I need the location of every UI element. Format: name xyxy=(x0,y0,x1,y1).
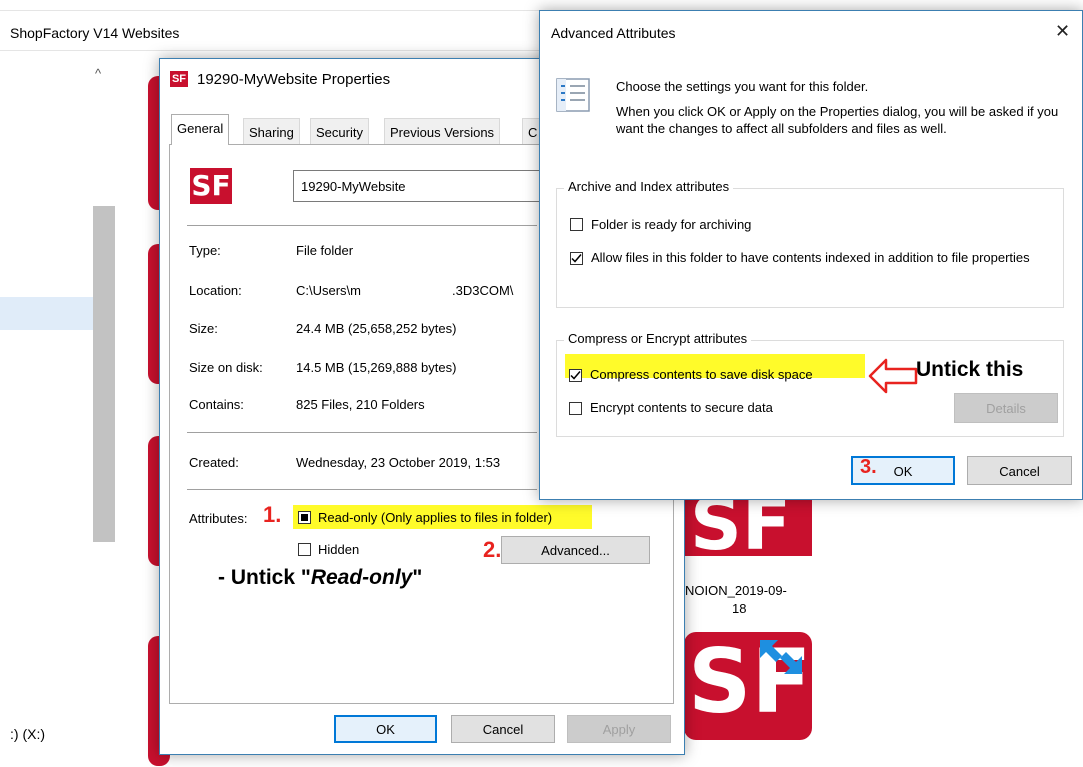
type-value: File folder xyxy=(296,243,354,258)
divider xyxy=(187,225,537,226)
scrollbar-thumb[interactable] xyxy=(93,206,115,542)
contains-value: 825 Files, 210 Folders xyxy=(296,397,425,412)
properties-app-icon: SF xyxy=(170,71,188,87)
compress-checkbox[interactable] xyxy=(569,369,582,382)
folder-thumb[interactable]: SF xyxy=(684,482,812,566)
step-1-marker: 1. xyxy=(263,502,282,527)
close-icon[interactable]: ✕ xyxy=(1055,21,1070,42)
tab-previous-versions[interactable]: Previous Versions xyxy=(384,118,501,144)
created-label: Created: xyxy=(189,455,239,470)
header-divider xyxy=(0,50,540,51)
details-button[interactable]: Details xyxy=(954,393,1058,423)
tab-security[interactable]: Security xyxy=(310,118,369,144)
location-value-suffix: .3D3COM\ xyxy=(452,283,514,298)
intro-line-1: Choose the settings you want for this fo… xyxy=(616,79,869,94)
encrypt-label[interactable]: Encrypt contents to secure data xyxy=(590,400,773,415)
divider xyxy=(187,489,537,490)
location-label: Location: xyxy=(189,283,242,298)
step-2-marker: 2. xyxy=(483,537,502,562)
tab-sharing[interactable]: Sharing xyxy=(243,118,300,144)
folder-name-input[interactable]: 19290-MyWebsite xyxy=(293,170,543,202)
advanced-cancel-button[interactable]: Cancel xyxy=(967,456,1072,485)
compress-encrypt-group-title: Compress or Encrypt attributes xyxy=(564,331,752,346)
file-label[interactable]: NOION_2019-09- xyxy=(685,583,787,598)
index-checkbox[interactable] xyxy=(570,252,583,265)
properties-ok-button[interactable]: OK xyxy=(334,715,437,743)
archiving-checkbox[interactable] xyxy=(570,218,583,231)
properties-cancel-button[interactable]: Cancel xyxy=(451,715,555,743)
size-label: Size: xyxy=(189,321,218,336)
index-label[interactable]: Allow files in this folder to have conte… xyxy=(591,249,1061,266)
scroll-up-icon[interactable]: ^ xyxy=(95,66,101,81)
intro-line-2: When you click OK or Apply on the Proper… xyxy=(616,104,1059,136)
hidden-label[interactable]: Hidden xyxy=(318,542,359,557)
type-label: Type: xyxy=(189,243,221,258)
file-label[interactable]: 18 xyxy=(732,601,746,616)
created-value: Wednesday, 23 October 2019, 1:53 xyxy=(296,455,501,470)
hidden-checkbox[interactable] xyxy=(298,543,311,556)
annotation-arrow-icon xyxy=(868,358,918,394)
advanced-title: Advanced Attributes xyxy=(551,25,676,41)
size-on-disk-label: Size on disk: xyxy=(189,360,263,375)
encrypt-checkbox[interactable] xyxy=(569,402,582,415)
advanced-button[interactable]: Advanced... xyxy=(501,536,650,564)
folder-settings-icon xyxy=(556,78,590,112)
archiving-label[interactable]: Folder is ready for archiving xyxy=(591,217,751,232)
folder-title: ShopFactory V14 Websites xyxy=(10,25,180,41)
compressed-arrows-icon xyxy=(760,640,802,674)
location-value: C:\Users\m xyxy=(296,283,361,298)
compress-label[interactable]: Compress contents to save disk space xyxy=(590,367,813,382)
advanced-attributes-dialog: Advanced Attributes ✕ Choose the setting… xyxy=(539,10,1083,500)
readonly-checkbox[interactable] xyxy=(298,511,311,524)
nav-selected-item[interactable] xyxy=(0,297,93,330)
attributes-label: Attributes: xyxy=(189,511,248,526)
folder-sf-icon: SF xyxy=(190,168,232,204)
untick-readonly-note: - Untick "Read-only" xyxy=(218,566,423,589)
readonly-label[interactable]: Read-only (Only applies to files in fold… xyxy=(318,510,552,525)
drive-label[interactable]: :) (X:) xyxy=(10,726,45,742)
tab-customize[interactable]: C xyxy=(522,118,540,144)
properties-apply-button[interactable]: Apply xyxy=(567,715,671,743)
archive-index-group-title: Archive and Index attributes xyxy=(564,179,734,194)
step-3-marker: 3. xyxy=(860,456,877,478)
folder-thumb[interactable]: SF xyxy=(684,630,812,740)
divider xyxy=(187,432,537,433)
size-on-disk-value: 14.5 MB (15,269,888 bytes) xyxy=(296,360,457,375)
size-value: 24.4 MB (25,658,252 bytes) xyxy=(296,321,457,336)
archive-index-group xyxy=(556,188,1064,308)
untick-this-note: Untick this xyxy=(916,358,1024,381)
tab-general[interactable]: General xyxy=(171,114,230,145)
properties-title: 19290-MyWebsite Properties xyxy=(197,71,391,88)
contains-label: Contains: xyxy=(189,397,244,412)
